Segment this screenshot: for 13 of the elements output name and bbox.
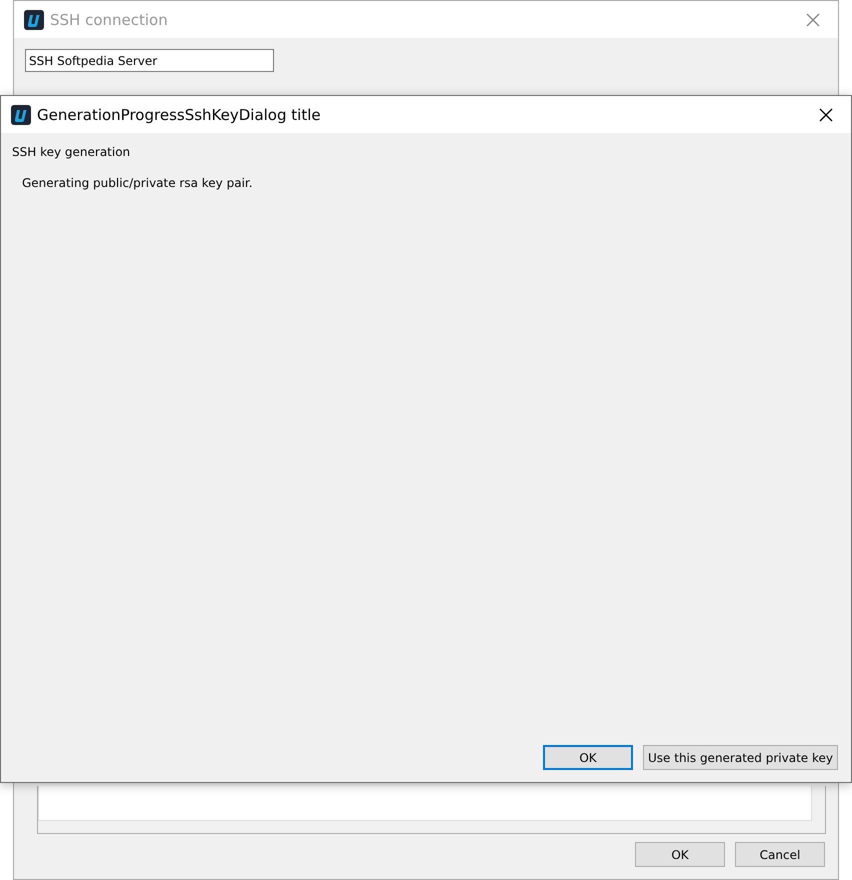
ok-button[interactable]: OK [543, 745, 633, 770]
close-icon [806, 12, 820, 26]
close-icon [819, 108, 833, 122]
cancel-button[interactable]: Cancel [735, 842, 825, 867]
server-name-field[interactable]: SSH Softpedia Server [25, 49, 274, 72]
ok-button[interactable]: OK [635, 842, 725, 867]
window-title: SSH connection [50, 10, 169, 28]
section-heading: SSH key generation [12, 145, 132, 159]
status-message: Generating public/private rsa key pair. [22, 176, 254, 190]
app-logo-icon [11, 104, 31, 124]
use-key-button[interactable]: Use this generated private key [643, 745, 838, 770]
dialog-title: GenerationProgressSshKeyDialog title [37, 106, 322, 124]
app-logo-icon [24, 10, 44, 30]
